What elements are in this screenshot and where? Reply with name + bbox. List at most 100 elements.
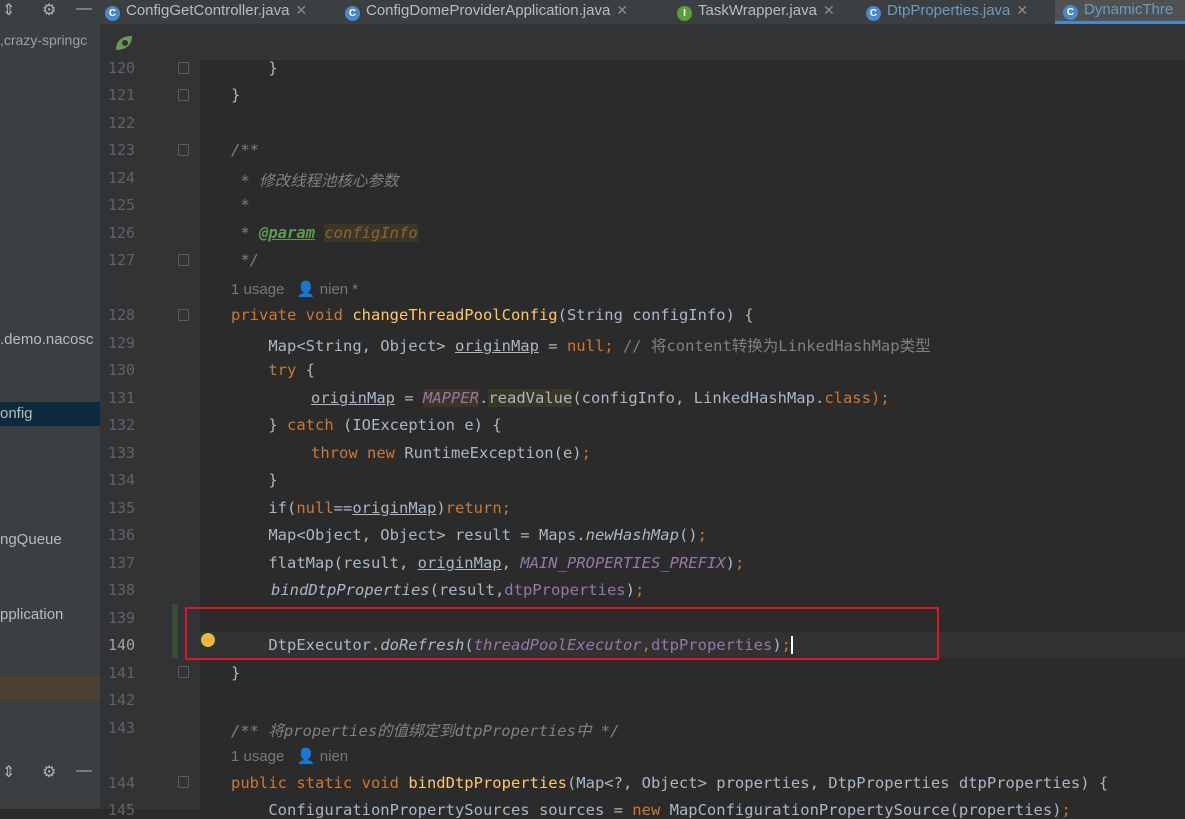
minimize-icon[interactable]: —	[76, 0, 92, 18]
vcs-change-marker	[172, 604, 178, 658]
fold-marker[interactable]	[178, 666, 189, 678]
collapse-icon[interactable]: ⇕	[2, 762, 15, 782]
tab-label: ConfigGetController.java	[126, 2, 290, 19]
code-line-132[interactable]: } catch (IOException e) {	[231, 416, 501, 434]
tab-config-dome-provider-application[interactable]: C ConfigDomeProviderApplication.java ✕	[345, 0, 628, 24]
spring-leaf-icon[interactable]	[113, 34, 135, 52]
line-number: 135	[108, 499, 136, 517]
project-toolbar-bottom: ⇕ ⚙ —	[0, 762, 100, 786]
code-line-141[interactable]: }	[231, 664, 240, 682]
gear-icon[interactable]: ⚙	[42, 762, 56, 782]
fold-marker[interactable]	[178, 62, 189, 74]
minimize-icon[interactable]: —	[76, 762, 92, 780]
line-number: 145	[108, 801, 136, 819]
code-line-127[interactable]: */	[231, 251, 259, 269]
line-number: 123	[108, 141, 136, 159]
code-line-130[interactable]: try {	[231, 361, 315, 379]
editor-tabs: C ConfigGetController.java ✕ C ConfigDomePr…	[100, 0, 1185, 24]
line-number: 126	[108, 224, 136, 242]
line-number: 121	[108, 86, 136, 104]
line-number: 142	[108, 691, 136, 709]
code-line-121[interactable]: }	[231, 86, 240, 104]
text-caret	[791, 636, 793, 654]
tab-task-wrapper[interactable]: I TaskWrapper.java ✕	[677, 0, 835, 24]
close-icon[interactable]: ✕	[1016, 2, 1028, 18]
close-icon[interactable]: ✕	[616, 2, 628, 18]
tree-item-selected[interactable]: onfig	[0, 402, 100, 426]
close-icon[interactable]: ✕	[823, 2, 835, 18]
user-icon: 👤	[296, 281, 316, 298]
lightbulb-icon[interactable]	[201, 633, 215, 647]
line-number: 120	[108, 59, 136, 77]
line-number: 124	[108, 169, 136, 187]
tree-item-highlight	[0, 676, 100, 700]
fold-marker[interactable]	[178, 776, 189, 788]
code-line-143[interactable]: /** 将properties的值绑定到dtpProperties中 */	[231, 719, 619, 741]
line-number: 132	[108, 416, 136, 434]
tree-item[interactable]: ngQueue	[0, 531, 62, 548]
project-panel: ⇕ ⚙ — ,crazy-springc .demo.nacosc onfig …	[0, 0, 100, 809]
line-number: 141	[108, 664, 136, 682]
tree-item[interactable]: .demo.nacosc	[0, 331, 93, 348]
code-line-133[interactable]: throw new RuntimeException(e);	[311, 444, 591, 462]
line-number: 131	[108, 389, 136, 407]
close-icon[interactable]: ✕	[295, 2, 307, 18]
line-number: 134	[108, 471, 136, 489]
line-number: 128	[108, 306, 136, 324]
code-line-138[interactable]: bindDtpProperties(result,dtpProperties);	[271, 581, 644, 599]
tab-config-get-controller[interactable]: C ConfigGetController.java ✕	[105, 0, 307, 24]
line-number: 122	[108, 114, 136, 132]
class-icon: C	[1063, 5, 1078, 20]
spring-class-icon: C	[345, 6, 360, 21]
interface-icon: I	[677, 6, 692, 21]
class-icon: C	[866, 6, 881, 21]
usage-hint[interactable]: 1 usage 👤 nien *	[231, 280, 358, 298]
code-line-135[interactable]: if(null==originMap)return;	[231, 499, 511, 517]
code-line-134[interactable]: }	[231, 471, 277, 489]
line-number: 144	[108, 774, 136, 792]
line-number: 137	[108, 554, 136, 572]
tab-label: ConfigDomeProviderApplication.java	[366, 2, 611, 19]
line-number: 133	[108, 444, 136, 462]
line-number: 125	[108, 196, 136, 214]
line-number: 138	[108, 581, 136, 599]
tab-dtp-properties[interactable]: C DtpProperties.java ✕	[866, 0, 1028, 24]
code-line-131[interactable]: originMap = MAPPER.readValue(configInfo,…	[311, 389, 890, 407]
code-line-129[interactable]: Map<String, Object> originMap = null; //…	[231, 334, 930, 356]
code-line-128[interactable]: private void changeThreadPoolConfig(Stri…	[231, 306, 754, 324]
code-line-125[interactable]: *	[231, 196, 249, 214]
fold-marker[interactable]	[178, 144, 189, 156]
code-line-126[interactable]: * @param configInfo	[231, 224, 418, 242]
fold-marker[interactable]	[178, 309, 189, 321]
line-number: 139	[108, 609, 136, 627]
line-number: 130	[108, 361, 136, 379]
code-line-120[interactable]: }	[231, 59, 277, 77]
project-toolbar-top: ⇕ ⚙ —	[0, 0, 100, 24]
line-number: 136	[108, 526, 136, 544]
project-root-label[interactable]: ,crazy-springc	[0, 32, 87, 48]
class-icon: C	[105, 6, 120, 21]
collapse-icon[interactable]: ⇕	[2, 0, 15, 20]
code-line-124[interactable]: * 修改线程池核心参数	[231, 169, 398, 191]
usage-hint[interactable]: 1 usage 👤 nien	[231, 747, 348, 765]
fold-marker[interactable]	[178, 254, 189, 266]
fold-marker[interactable]	[178, 89, 189, 101]
editor-breadcrumb-bar	[100, 24, 1185, 60]
code-line-140[interactable]: DtpExecutor.doRefresh(threadPoolExecutor…	[231, 636, 793, 654]
tab-dynamic-thread[interactable]: C DynamicThre	[1055, 0, 1185, 24]
line-number: 143	[108, 719, 136, 737]
line-number: 127	[108, 251, 136, 269]
code-line-123[interactable]: /**	[231, 141, 259, 159]
tree-item[interactable]: pplication	[0, 606, 63, 623]
code-line-137[interactable]: flatMap(result, originMap, MAIN_PROPERTI…	[231, 554, 744, 572]
line-number-current: 140	[108, 636, 136, 654]
tab-label: DynamicThre	[1084, 1, 1174, 18]
line-number: 129	[108, 334, 136, 352]
tab-label: TaskWrapper.java	[698, 2, 817, 19]
code-line-144[interactable]: public static void bindDtpProperties(Map…	[231, 774, 1108, 792]
code-line-136[interactable]: Map<Object, Object> result = Maps.newHas…	[231, 526, 707, 544]
tab-label: DtpProperties.java	[887, 2, 1011, 19]
gear-icon[interactable]: ⚙	[42, 0, 56, 20]
code-line-145[interactable]: ConfigurationPropertySources sources = n…	[231, 801, 1071, 819]
user-icon: 👤	[296, 748, 316, 765]
